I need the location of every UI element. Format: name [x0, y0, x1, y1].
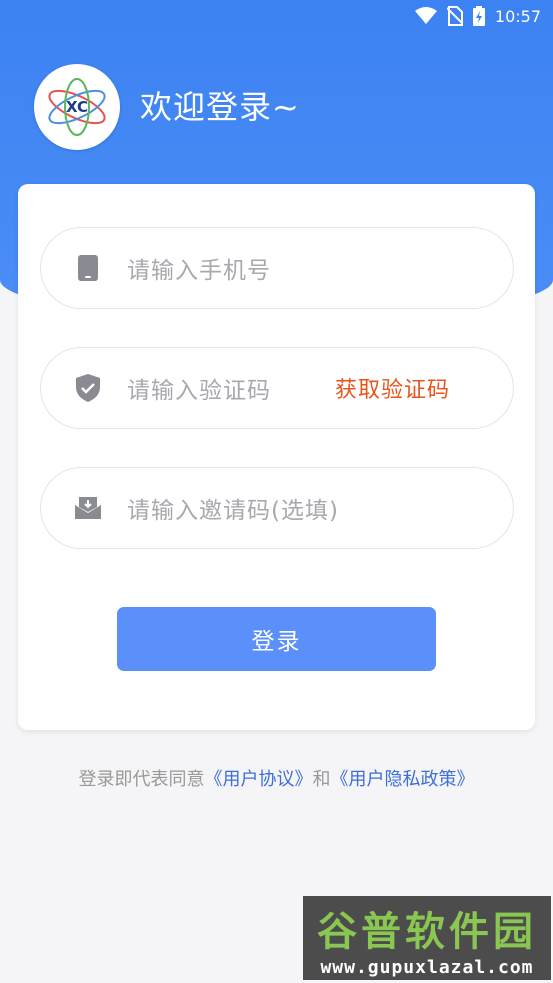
welcome-title: 欢迎登录~ — [140, 88, 300, 126]
status-bar: 10:57 — [0, 0, 553, 32]
phone-placeholder: 请输入手机号 — [127, 258, 271, 284]
mail-icon — [73, 493, 103, 523]
phone-field[interactable]: 请输入手机号 — [40, 227, 514, 309]
invite-code-field[interactable]: 请输入邀请码(选填) — [40, 467, 514, 549]
privacy-policy-link[interactable]: 《用户隐私政策》 — [331, 769, 475, 790]
phone-icon — [73, 253, 103, 283]
invite-placeholder: 请输入邀请码(选填) — [127, 498, 339, 524]
no-sim-icon — [446, 6, 463, 26]
wifi-icon — [414, 7, 437, 25]
shield-icon — [73, 373, 103, 403]
battery-charging-icon — [472, 6, 485, 26]
agreement-prefix: 登录即代表同意 — [78, 769, 205, 790]
watermark-title: 谷普软件园 — [317, 908, 537, 955]
status-time: 10:57 — [494, 6, 541, 26]
login-button[interactable]: 登录 — [117, 607, 436, 671]
user-agreement-link[interactable]: 《用户协议》 — [205, 769, 313, 790]
svg-text:XC: XC — [66, 98, 88, 116]
code-placeholder: 请输入验证码 — [127, 378, 271, 404]
verification-code-field[interactable]: 请输入验证码 获取验证码 — [40, 347, 514, 429]
login-card: 请输入手机号 请输入验证码 获取验证码 请输入邀请码(选填) 登录 — [18, 184, 535, 730]
agreement-text: 登录即代表同意《用户协议》和《用户隐私政策》 — [0, 765, 553, 791]
watermark-url: www.gupuxlazal.com — [320, 956, 534, 978]
watermark: 谷普软件园 www.gupuxlazal.com — [303, 896, 551, 980]
agreement-and: 和 — [312, 769, 331, 790]
get-code-button[interactable]: 获取验证码 — [335, 372, 450, 404]
app-logo-icon: XC — [34, 64, 120, 150]
